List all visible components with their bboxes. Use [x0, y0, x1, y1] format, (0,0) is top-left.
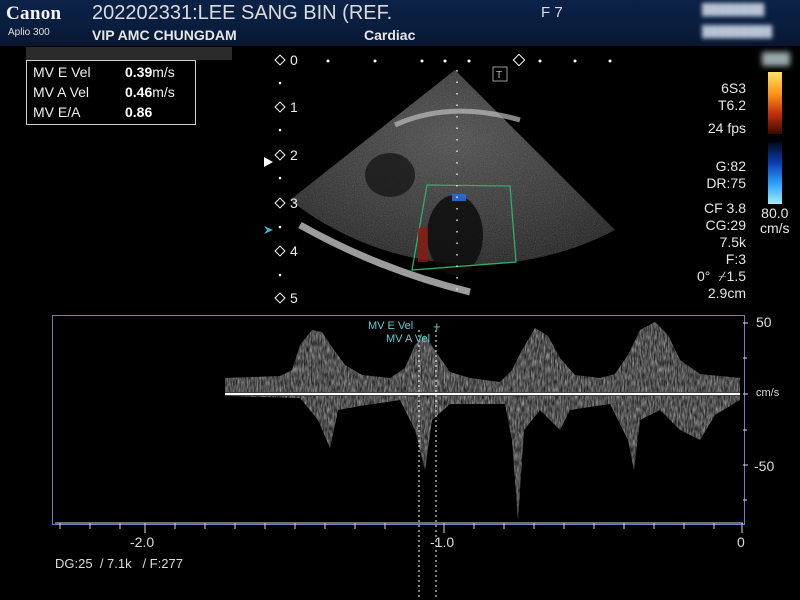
velocity-axis-ticks [743, 322, 748, 501]
annotation-a-vel: MV A Vel [386, 333, 431, 345]
doppler-spectrum: + [55, 319, 748, 600]
doppler-gain: DG:25 [55, 556, 93, 571]
spectral-trace [225, 322, 740, 520]
time-label: -2.0 [130, 534, 155, 550]
time-axis-ticks [55, 522, 743, 533]
doppler-prf: / 7.1k [99, 556, 132, 571]
bottom-status: DG:25 / 7.1k / F:277 [55, 556, 183, 571]
time-label: -1.0 [430, 534, 455, 550]
cursor-cross-icon: + [433, 319, 441, 334]
doppler-filter: / F:277 [142, 556, 183, 571]
time-label: 0 [737, 534, 745, 550]
velocity-scale-unit: cm/s [756, 387, 780, 399]
annotation-e-vel: MV E Vel [368, 320, 414, 332]
velocity-scale-top: 50 [756, 314, 772, 330]
velocity-scale-bottom: -50 [754, 458, 775, 474]
